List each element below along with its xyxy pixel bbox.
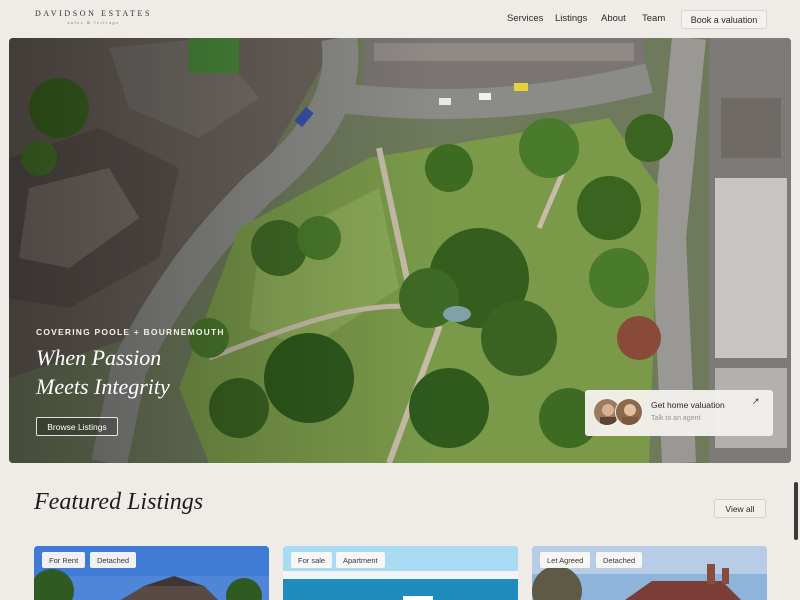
listing-card[interactable]: For Rent Detached <box>34 546 269 600</box>
listing-status-badge: For sale <box>291 552 333 568</box>
listing-type-badge: Detached <box>596 552 643 568</box>
arrow-up-right-icon: ↗ <box>752 396 760 406</box>
featured-listings-title: Featured Listings <box>34 489 204 515</box>
listing-card[interactable]: Let Agreed Detached <box>532 546 767 600</box>
brand-tagline: sales & lettings <box>67 20 120 25</box>
listing-type-badge: Detached <box>90 552 137 568</box>
nav-services[interactable]: Services <box>507 13 543 24</box>
hero-title-line-2: Meets Integrity <box>36 374 170 399</box>
nav-about[interactable]: About <box>601 13 626 24</box>
view-all-button[interactable]: View all <box>714 499 766 518</box>
hero-eyebrow: COVERING POOLE + BOURNEMOUTH <box>36 327 225 337</box>
browse-listings-button[interactable]: Browse Listings <box>36 417 118 436</box>
listing-status-badge: Let Agreed <box>540 552 591 568</box>
listing-card[interactable]: For sale Apartment <box>283 546 518 600</box>
brand-logo[interactable]: DAVIDSON ESTATES sales & lettings <box>35 9 152 25</box>
valuation-card-subtitle: Talk to an agent <box>651 415 701 422</box>
hero-title-line-1: When Passion <box>36 345 162 370</box>
listing-type-badge: Apartment <box>336 552 385 568</box>
nav-listings[interactable]: Listings <box>555 13 587 24</box>
book-valuation-button[interactable]: Book a valuation <box>681 10 767 29</box>
scrollbar-thumb[interactable] <box>794 482 798 540</box>
home-valuation-card[interactable]: Get home valuation Talk to an agent ↗ <box>585 390 773 436</box>
listing-status-badge: For Rent <box>42 552 86 568</box>
valuation-card-title: Get home valuation <box>651 400 725 410</box>
hero-title: When Passion Meets Integrity <box>36 343 170 401</box>
site-header: DAVIDSON ESTATES sales & lettings Servic… <box>0 0 800 38</box>
hero-banner: COVERING POOLE + BOURNEMOUTH When Passio… <box>9 38 791 463</box>
agent-avatar <box>615 398 643 426</box>
brand-name: DAVIDSON ESTATES <box>35 9 153 18</box>
nav-team[interactable]: Team <box>642 13 665 24</box>
